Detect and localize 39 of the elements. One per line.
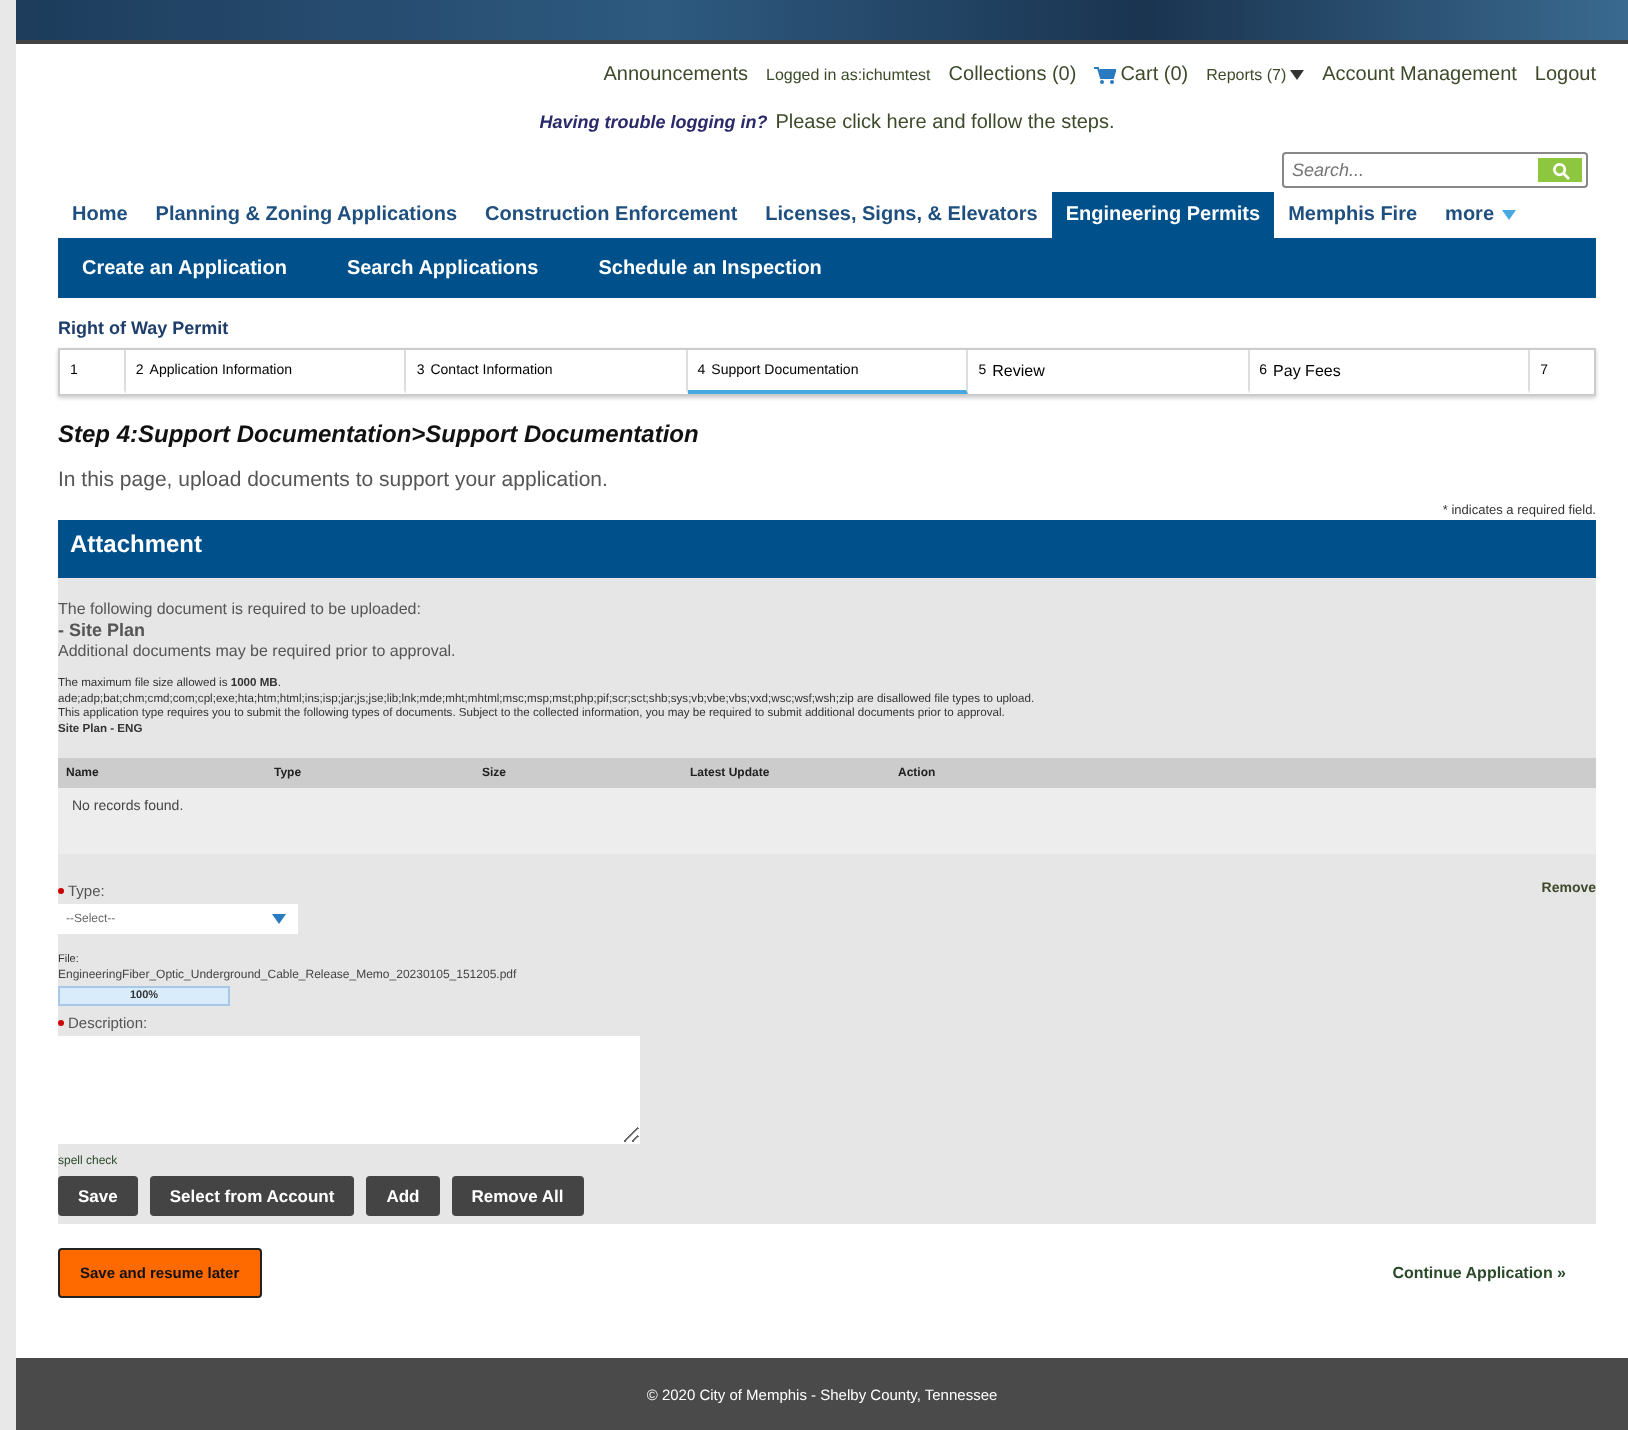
action-button[interactable]: Select from Account xyxy=(149,1176,355,1217)
intro-text: In this page, upload documents to support your application. xyxy=(58,468,610,492)
nav-tab[interactable]: Licenses, Signs, & Elevators xyxy=(751,192,1052,238)
reports-menu[interactable]: Reports (7) xyxy=(1206,65,1305,83)
search-button[interactable] xyxy=(1538,158,1582,182)
cart-icon xyxy=(1094,65,1117,83)
nav-tab[interactable]: Home xyxy=(58,192,142,238)
top-link[interactable]: Logout xyxy=(1534,63,1596,85)
nav-tab[interactable]: Engineering Permits xyxy=(1051,192,1275,238)
caret-icon xyxy=(272,914,286,925)
search-bar[interactable]: Search... xyxy=(1282,152,1588,188)
nav-tab[interactable]: Memphis Fire xyxy=(1274,192,1432,238)
sub-nav-link[interactable]: Schedule an Inspection xyxy=(598,257,822,279)
description-field[interactable] xyxy=(58,1036,640,1145)
action-button[interactable]: Add xyxy=(366,1176,440,1217)
search-icon xyxy=(1551,161,1569,179)
logged-in-text: Logged in as:ichumtest xyxy=(766,65,931,83)
login-help-link[interactable]: Please click here and follow the steps. xyxy=(775,112,1115,152)
required-document: - Site Plan xyxy=(58,620,148,643)
caret-icon xyxy=(1290,69,1305,79)
permit-title: Right of Way Permit xyxy=(58,318,231,338)
required-intro: The following document is required to be uploaded: xyxy=(58,600,423,620)
continue-link[interactable]: Continue Application » xyxy=(1392,1264,1566,1283)
attachment-header: Attachment xyxy=(58,520,1596,578)
sub-nav-link[interactable]: Search Applications xyxy=(346,257,539,279)
nav-tab[interactable]: Construction Enforcement xyxy=(471,192,752,238)
nav-tab[interactable]: Planning & Zoning Applications xyxy=(141,192,472,238)
action-button[interactable]: Save xyxy=(58,1176,138,1217)
login-question: Having trouble logging in? xyxy=(539,112,768,136)
sub-nav-link[interactable]: Create an Application xyxy=(82,257,287,279)
action-button[interactable]: Remove All xyxy=(451,1176,584,1217)
top-link[interactable]: Announcements xyxy=(603,63,748,85)
cart-link[interactable]: Cart (0) xyxy=(1094,63,1189,85)
step-heading: Step 4:Support Documentation>Support Documentation xyxy=(58,420,701,448)
additional-note: Additional documents may be required prior to approval. xyxy=(58,642,458,663)
top-link[interactable]: Collections (0) xyxy=(948,63,1077,85)
nav-tab[interactable]: more xyxy=(1431,192,1530,238)
caret-icon xyxy=(1502,210,1516,220)
top-link[interactable]: Account Management xyxy=(1322,63,1517,85)
